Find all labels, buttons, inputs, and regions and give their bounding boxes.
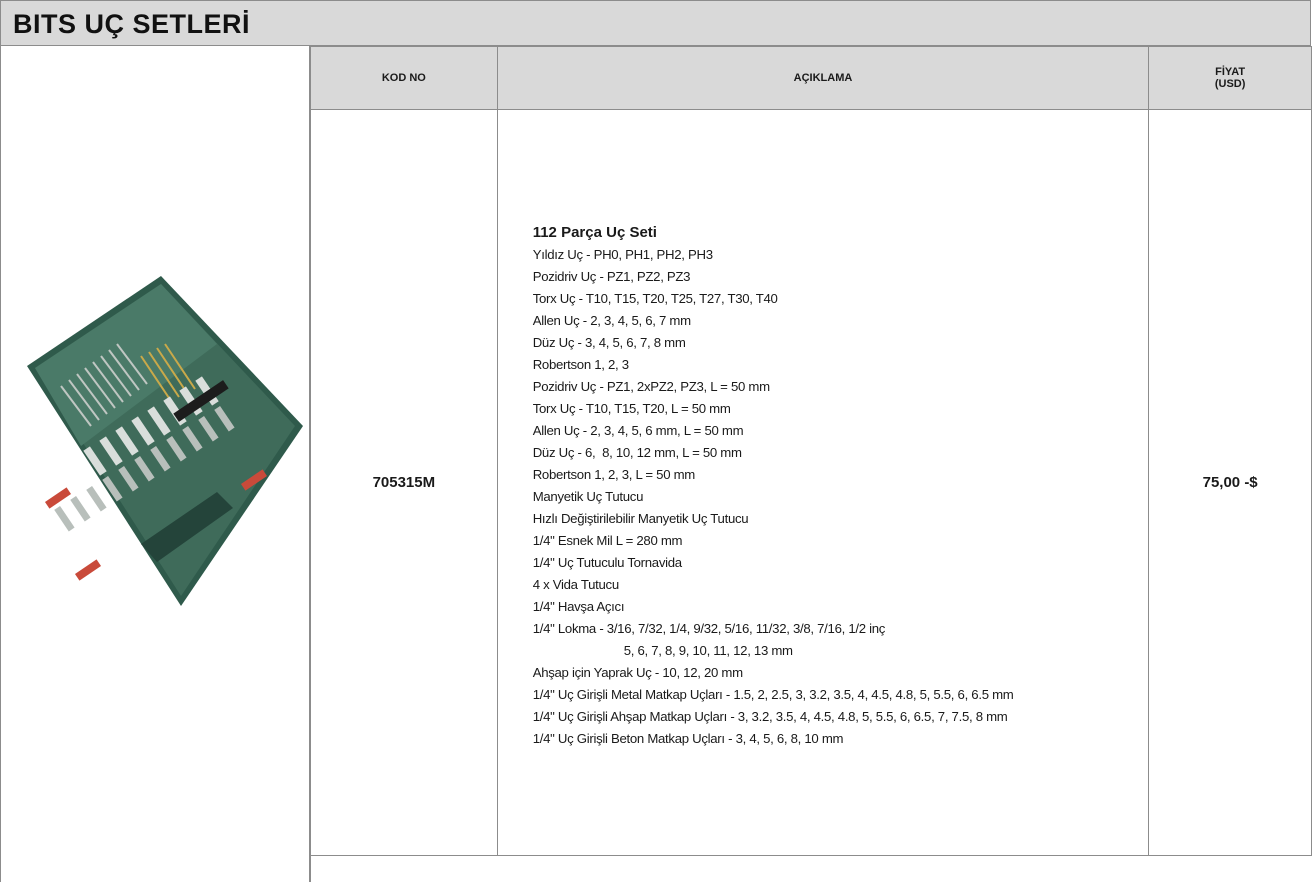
next-row-start <box>310 855 1312 882</box>
description-line: 1/4" Uç Girişli Metal Matkap Uçları - 1.… <box>532 686 1014 702</box>
header-aciklama: AÇIKLAMA <box>496 46 1150 110</box>
description-line: Düz Uç - 6, 8, 10, 12 mm, L = 50 mm <box>532 444 742 460</box>
product-price: 75,00 -$ <box>1202 474 1258 491</box>
description-line: Robertson 1, 2, 3 <box>532 356 629 372</box>
page-title: BITS UÇ SETLERİ <box>13 9 251 39</box>
description-title: 112 Parça Uç Seti <box>532 223 657 241</box>
header-kod-no: KOD NO <box>310 46 498 110</box>
description-line: Torx Uç - T10, T15, T20, T25, T27, T30, … <box>532 290 778 306</box>
description-line: 5, 6, 7, 8, 9, 10, 11, 12, 13 mm <box>623 642 793 658</box>
description-line: Yıldız Uç - PH0, PH1, PH2, PH3 <box>532 246 713 262</box>
description-line: Pozidriv Uç - PZ1, 2xPZ2, PZ3, L = 50 mm <box>532 378 770 394</box>
description-line: Hızlı Değiştirilebilir Manyetik Uç Tutuc… <box>532 510 749 526</box>
description-line: 1/4" Esnek Mil L = 280 mm <box>532 532 683 548</box>
description-line: 1/4" Uç Girişli Ahşap Matkap Uçları - 3,… <box>532 708 1008 724</box>
table-header-row: KOD NO AÇIKLAMA FİYAT (USD) <box>310 46 1312 110</box>
description-line: 4 x Vida Tutucu <box>532 576 619 592</box>
description-line: Torx Uç - T10, T15, T20, L = 50 mm <box>532 400 731 416</box>
description-cell: 112 Parça Uç Seti Yıldız Uç - PH0, PH1, … <box>496 109 1150 856</box>
description-line: Allen Uç - 2, 3, 4, 5, 6 mm, L = 50 mm <box>532 422 744 438</box>
description-line: 1/4" Lokma - 3/16, 7/32, 1/4, 9/32, 5/16… <box>532 620 886 636</box>
price-cell: 75,00 -$ <box>1148 109 1312 856</box>
description-line: Pozidriv Uç - PZ1, PZ2, PZ3 <box>532 268 691 284</box>
header-fiyat-line2: (USD) <box>1214 78 1246 90</box>
header-fiyat: FİYAT (USD) <box>1148 46 1312 110</box>
description-line: Robertson 1, 2, 3, L = 50 mm <box>532 466 696 482</box>
image-column <box>0 46 310 882</box>
kod-cell: 705315M <box>310 109 498 856</box>
description-line: 1/4" Uç Girişli Beton Matkap Uçları - 3,… <box>532 730 844 746</box>
product-table: KOD NO AÇIKLAMA FİYAT (USD) 705315M 112 … <box>310 46 1312 856</box>
product-code: 705315M <box>372 474 436 491</box>
header-fiyat-line1: FİYAT <box>1215 66 1246 78</box>
page-header: BITS UÇ SETLERİ <box>0 0 1311 46</box>
description-line: 1/4" Havşa Açıcı <box>532 598 625 614</box>
description-line: Allen Uç - 2, 3, 4, 5, 6, 7 mm <box>532 312 691 328</box>
description-line: Manyetik Uç Tutucu <box>532 488 644 504</box>
description-list: 112 Parça Uç Seti Yıldız Uç - PH0, PH1, … <box>498 216 1149 750</box>
table-row: 705315M 112 Parça Uç Seti Yıldız Uç - PH… <box>310 109 1312 856</box>
description-line: Ahşap için Yaprak Uç - 10, 12, 20 mm <box>532 664 743 680</box>
description-line: 1/4" Uç Tutuculu Tornavida <box>532 554 682 570</box>
bit-set-case-icon <box>27 276 303 606</box>
description-line: Düz Uç - 3, 4, 5, 6, 7, 8 mm <box>532 334 686 350</box>
